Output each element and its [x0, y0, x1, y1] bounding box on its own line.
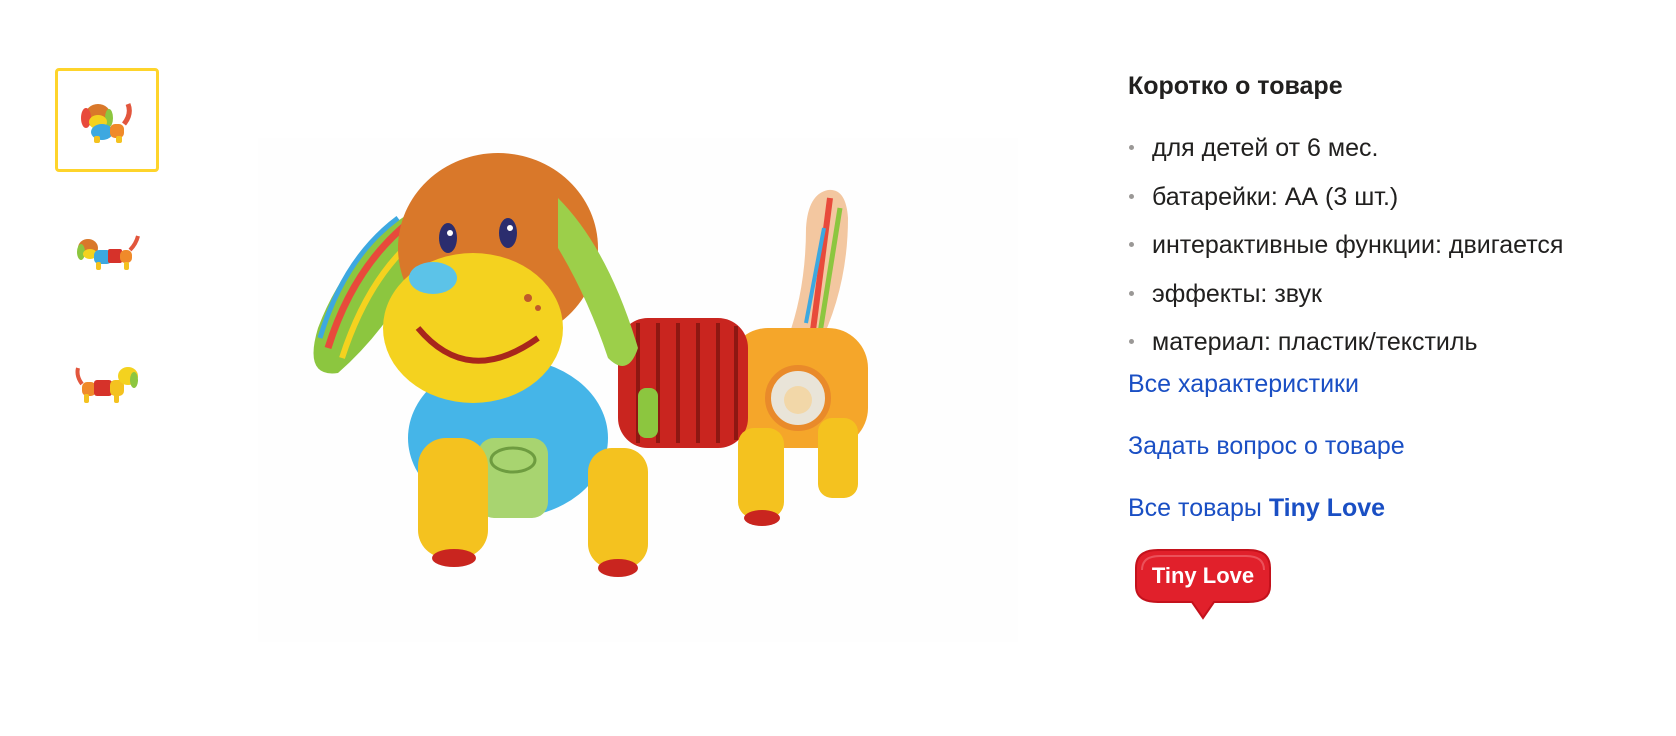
- tiny-love-logo-icon: Tiny Love: [1135, 548, 1271, 620]
- spec-item: батарейки: АА (3 шт.): [1128, 179, 1648, 215]
- bullet-icon: [1129, 193, 1134, 199]
- bullet-icon: [1129, 242, 1134, 247]
- summary-title: Коротко о товаре: [1128, 72, 1343, 100]
- bullet-icon: [1129, 290, 1134, 296]
- dog-toy-thumbnail-image: [81, 103, 132, 143]
- spec-text: эффекты: звук: [1152, 279, 1322, 308]
- thumbnail-list: [55, 68, 159, 464]
- spec-text: батарейки: АА (3 шт.): [1152, 182, 1399, 211]
- accordion-body: [618, 318, 748, 448]
- all-brand-products-link[interactable]: Все товары Tiny Love: [1128, 490, 1648, 526]
- spec-text: материал: пластик/текстиль: [1152, 328, 1478, 356]
- spec-item: материал: пластик/текстиль: [1128, 324, 1648, 360]
- dog-toy-image: [313, 153, 868, 577]
- brand-link-prefix: Все товары: [1128, 493, 1262, 522]
- dog-toy-thumbnail-image: [77, 235, 140, 270]
- product-page: Коротко о товаре для детей от 6 мес. бат…: [0, 0, 1676, 736]
- brand-logo[interactable]: Tiny Love: [1132, 546, 1274, 622]
- spec-text: для детей от 6 мес.: [1152, 134, 1379, 162]
- spec-item: для детей от 6 мес.: [1128, 130, 1648, 166]
- spec-item: интерактивные функции: двигается: [1128, 227, 1648, 263]
- brand-link-name: Tiny Love: [1268, 493, 1386, 522]
- product-summary: Коротко о товаре для детей от 6 мес. бат…: [1128, 68, 1648, 622]
- main-product-image[interactable]: [258, 138, 1018, 642]
- thumbnail-3[interactable]: [55, 332, 159, 436]
- bullet-icon: [1129, 339, 1134, 344]
- spec-text: интерактивные функции: двигается: [1152, 231, 1564, 259]
- spec-list: для детей от 6 мес. батарейки: АА (3 шт.…: [1128, 130, 1648, 360]
- thumbnail-1[interactable]: [55, 68, 159, 172]
- bullet-icon: [1129, 145, 1134, 150]
- dog-toy-thumbnail-image: [75, 367, 138, 403]
- spec-item: эффекты: звук: [1128, 276, 1648, 312]
- thumbnail-2[interactable]: [55, 200, 159, 304]
- ask-question-link[interactable]: Задать вопрос о товаре: [1128, 428, 1648, 464]
- dog-tail: [788, 189, 848, 348]
- logo-text: Tiny Love: [1152, 563, 1254, 588]
- all-characteristics-link[interactable]: Все характеристики: [1128, 366, 1648, 402]
